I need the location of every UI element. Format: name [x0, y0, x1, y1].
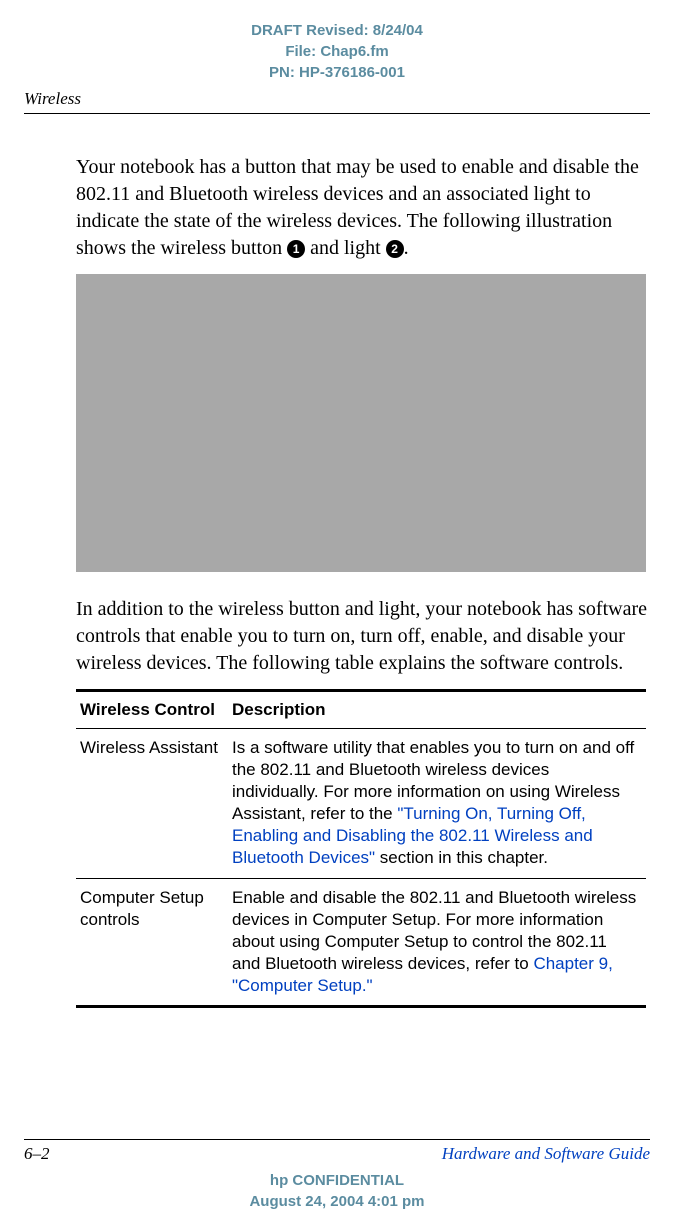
paragraph-2: In addition to the wireless button and l… — [76, 596, 650, 677]
row1-col2: Is a software utility that enables you t… — [228, 729, 646, 879]
document-page: DRAFT Revised: 8/24/04 File: Chap6.fm PN… — [0, 0, 674, 1232]
row2-col1: Computer Setup controls — [76, 878, 228, 1006]
p1-text-c: . — [404, 237, 409, 259]
table-row: Computer Setup controls Enable and disab… — [76, 878, 646, 1006]
draft-line-2: File: Chap6.fm — [24, 41, 650, 62]
draft-header: DRAFT Revised: 8/24/04 File: Chap6.fm PN… — [24, 20, 650, 83]
content-area: Your notebook has a button that may be u… — [24, 114, 650, 1139]
page-number: 6–2 — [24, 1144, 50, 1164]
circled-one-icon: 1 — [287, 240, 305, 258]
row1-col1: Wireless Assistant — [76, 729, 228, 879]
paragraph-1: Your notebook has a button that may be u… — [76, 154, 650, 262]
table-header-col2: Description — [228, 691, 646, 729]
row1-desc-b: section in this chapter. — [375, 848, 548, 867]
illustration-placeholder — [76, 274, 646, 572]
section-title: Wireless — [24, 89, 650, 114]
wireless-controls-table: Wireless Control Description Wireless As… — [76, 689, 646, 1008]
guide-title: Hardware and Software Guide — [442, 1144, 650, 1164]
confidential-footer: hp CONFIDENTIAL August 24, 2004 4:01 pm — [24, 1170, 650, 1212]
conf-line-2: August 24, 2004 4:01 pm — [24, 1191, 650, 1212]
draft-line-3: PN: HP-376186-001 — [24, 62, 650, 83]
conf-line-1: hp CONFIDENTIAL — [24, 1170, 650, 1191]
draft-line-1: DRAFT Revised: 8/24/04 — [24, 20, 650, 41]
p1-text-b: and light — [305, 237, 386, 259]
table-header-col1: Wireless Control — [76, 691, 228, 729]
page-footer: 6–2 Hardware and Software Guide — [24, 1139, 650, 1164]
circled-two-icon: 2 — [386, 240, 404, 258]
row2-col2: Enable and disable the 802.11 and Blueto… — [228, 878, 646, 1006]
table-row: Wireless Assistant Is a software utility… — [76, 729, 646, 879]
